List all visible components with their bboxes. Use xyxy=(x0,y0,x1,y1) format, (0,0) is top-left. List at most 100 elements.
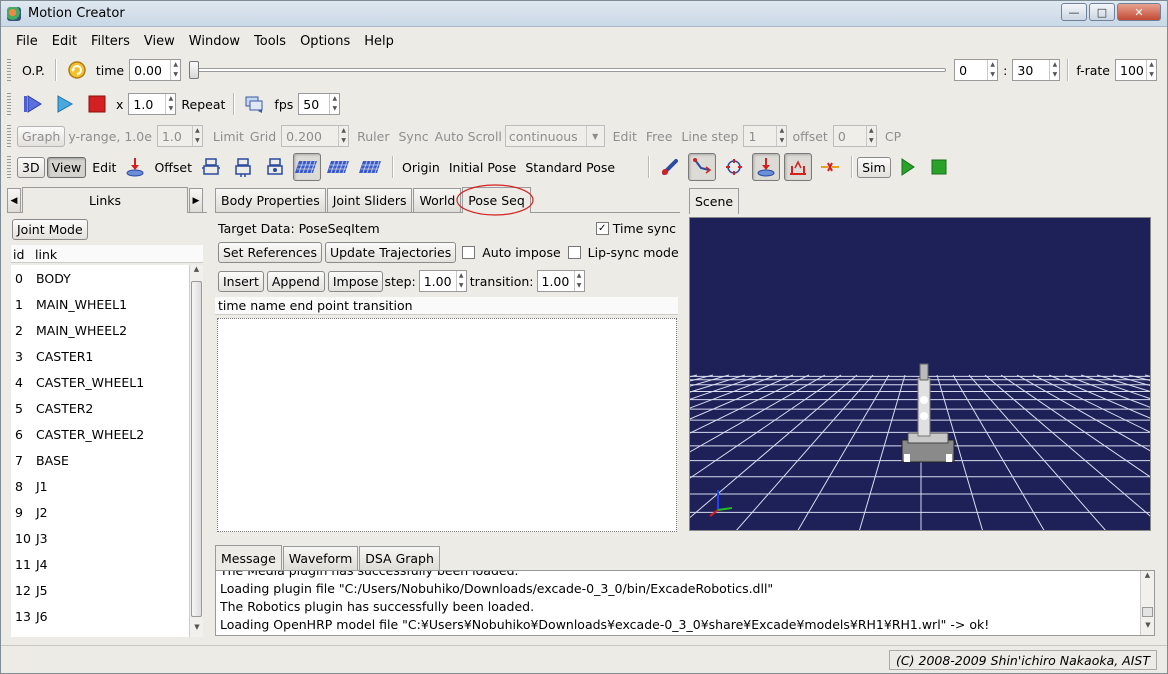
spin-arrows-icon[interactable]: ▲ ▼ xyxy=(455,271,466,291)
drop-to-floor-icon[interactable] xyxy=(121,153,149,181)
speed-spinbox[interactable]: 1.0 ▲ ▼ xyxy=(128,93,177,115)
link-tool-icon[interactable] xyxy=(656,153,684,181)
zmp-icon[interactable] xyxy=(752,153,781,181)
list-item[interactable]: 13 J6 xyxy=(11,603,203,629)
column-id[interactable]: id xyxy=(13,247,24,262)
play-icon[interactable] xyxy=(51,90,79,118)
view-button[interactable]: View xyxy=(46,156,87,178)
time-spinbox[interactable]: 0.00 ▲ ▼ xyxy=(129,59,182,81)
links-scroll-thumb[interactable] xyxy=(191,281,202,617)
repeat-toggle[interactable]: Repeat xyxy=(181,97,225,112)
maximize-icon[interactable]: □ xyxy=(1089,3,1115,21)
scroll-down-icon[interactable]: ▼ xyxy=(190,623,203,637)
spin-arrows-icon[interactable]: ▲ ▼ xyxy=(573,271,584,291)
message-log[interactable]: The Media plugin has successfully been l… xyxy=(215,570,1155,636)
close-icon[interactable]: ✕ xyxy=(1117,3,1161,21)
fps-spinbox[interactable]: 50 ▲ ▼ xyxy=(298,93,341,115)
sim-button[interactable]: Sim xyxy=(857,156,891,178)
tab-message[interactable]: Message xyxy=(215,545,282,571)
floor-grid-icon[interactable] xyxy=(293,153,322,181)
tab-scroll-right-icon[interactable]: ▶ xyxy=(189,188,203,212)
tab-links[interactable]: Links xyxy=(22,187,188,213)
time-sync-checkbox[interactable]: ✓ Time sync xyxy=(595,221,676,236)
update-trajectories-button[interactable]: Update Trajectories xyxy=(324,242,457,263)
impose-button[interactable]: Impose xyxy=(327,270,384,292)
time-slider[interactable] xyxy=(189,59,947,81)
menu-help[interactable]: Help xyxy=(357,34,401,49)
robot-side-icon[interactable] xyxy=(229,153,257,181)
sim-start-icon[interactable] xyxy=(893,153,921,181)
ik-drag-icon[interactable] xyxy=(688,153,717,181)
list-item[interactable]: 0 BODY xyxy=(11,265,203,291)
list-item[interactable]: 12 J5 xyxy=(11,577,203,603)
wall-grid-icon[interactable] xyxy=(325,153,353,181)
graph-button[interactable]: Graph xyxy=(17,125,66,147)
minimize-icon[interactable]: — xyxy=(1061,3,1087,21)
robot-front-icon[interactable] xyxy=(197,153,225,181)
insert-button[interactable]: Insert xyxy=(218,270,264,292)
sync-toggle[interactable]: Sync xyxy=(399,129,429,144)
play-from-start-icon[interactable] xyxy=(19,90,47,118)
step-spinbox[interactable]: 1.00 ▲ ▼ xyxy=(418,270,467,292)
tab-pose-seq[interactable]: Pose Seq xyxy=(456,184,534,216)
cp-toggle[interactable]: CP xyxy=(885,129,901,144)
tab-scroll-left-icon[interactable]: ◀ xyxy=(7,188,21,212)
side-grid-icon[interactable] xyxy=(357,153,385,181)
spin-arrows-icon[interactable]: ▲ ▼ xyxy=(329,94,339,114)
frate-spinbox[interactable]: 100 ▲ ▼ xyxy=(1115,59,1157,81)
menu-filters[interactable]: Filters xyxy=(84,34,137,49)
pose-seq-list[interactable] xyxy=(217,318,677,532)
chevron-down-icon[interactable]: ▼ xyxy=(585,126,604,146)
ruler-toggle[interactable]: Ruler xyxy=(357,129,389,144)
menu-edit[interactable]: Edit xyxy=(45,34,84,49)
scene-canvas[interactable] xyxy=(690,218,1151,531)
scroll-up-icon[interactable]: ▲ xyxy=(190,265,203,279)
origin-button[interactable]: Origin xyxy=(402,160,440,175)
checkbox-unchecked-icon[interactable] xyxy=(462,246,476,259)
tab-body-properties[interactable]: Body Properties xyxy=(215,188,326,212)
spin-arrows-icon[interactable]: ▲ ▼ xyxy=(1049,60,1059,80)
grid-spinbox[interactable]: 0.200 ▲ ▼ xyxy=(281,125,350,147)
grid-toggle[interactable]: Grid xyxy=(250,129,276,144)
rotate-tool-icon[interactable] xyxy=(720,153,748,181)
message-scroll-thumb[interactable] xyxy=(1142,607,1153,617)
message-scrollbar[interactable]: ▲ ▼ xyxy=(1140,571,1154,635)
list-item[interactable]: 1 MAIN_WHEEL1 xyxy=(11,291,203,317)
sim-stop-icon[interactable] xyxy=(925,153,953,181)
menu-options[interactable]: Options xyxy=(293,34,357,49)
list-item[interactable]: 2 MAIN_WHEEL2 xyxy=(11,317,203,343)
robot-top-icon[interactable] xyxy=(261,153,289,181)
time-slider-thumb[interactable] xyxy=(189,61,200,79)
3d-button[interactable]: 3D xyxy=(17,156,45,178)
tab-joint-sliders[interactable]: Joint Sliders xyxy=(326,188,413,212)
list-item[interactable]: 5 CASTER2 xyxy=(11,395,203,421)
menu-tools[interactable]: Tools xyxy=(247,34,293,49)
links-scrollbar[interactable]: ▲ ▼ xyxy=(189,265,203,637)
list-item[interactable]: 8 J1 xyxy=(11,473,203,499)
set-references-button[interactable]: Set References xyxy=(218,242,322,263)
list-item[interactable]: 11 J4 xyxy=(11,551,203,577)
limit-toggle[interactable]: Limit xyxy=(213,129,244,144)
free-toggle[interactable]: Free xyxy=(646,129,673,144)
standard-pose-button[interactable]: Standard Pose xyxy=(525,160,615,175)
spin-arrows-icon[interactable]: ▲ ▼ xyxy=(865,126,876,146)
list-item[interactable]: 10 J3 xyxy=(11,525,203,551)
list-item[interactable]: 4 CASTER_WHEEL1 xyxy=(11,369,203,395)
checkbox-checked-icon[interactable]: ✓ xyxy=(595,222,609,235)
linestep-spinbox[interactable]: 1 ▲ ▼ xyxy=(743,125,788,147)
edit-mode-button[interactable]: Edit xyxy=(92,160,116,175)
spin-arrows-icon[interactable]: ▲ ▼ xyxy=(165,94,175,114)
scene-view[interactable] xyxy=(689,217,1151,531)
toolbar-grip[interactable] xyxy=(7,93,11,115)
append-button[interactable]: Append xyxy=(266,270,325,292)
spin-arrows-icon[interactable]: ▲ ▼ xyxy=(191,126,202,146)
spin-arrows-icon[interactable]: ▲ ▼ xyxy=(170,60,180,80)
stop-icon[interactable] xyxy=(83,90,111,118)
joint-mode-button[interactable]: Joint Mode xyxy=(12,219,88,240)
range-end-spinbox[interactable]: 30 ▲ ▼ xyxy=(1012,59,1061,81)
scroll-down-icon[interactable]: ▼ xyxy=(1141,621,1154,635)
collision-icon[interactable] xyxy=(816,153,844,181)
transition-spinbox[interactable]: 1.00 ▲ ▼ xyxy=(536,270,585,292)
toolbar-grip[interactable] xyxy=(7,59,11,81)
toolbar-grip[interactable] xyxy=(7,156,11,178)
